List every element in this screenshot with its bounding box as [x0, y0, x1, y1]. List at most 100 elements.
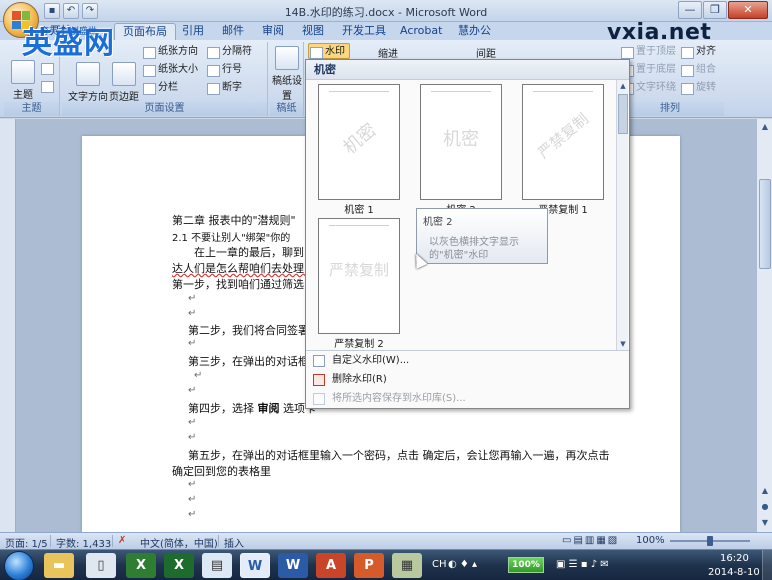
insert-mode[interactable]: 插入	[224, 535, 244, 550]
theme-colors-button[interactable]	[40, 60, 54, 76]
zoom-level[interactable]: 100%	[636, 535, 665, 546]
tab-review[interactable]: 审阅	[254, 23, 292, 40]
site-logo-tagline: 育英才 创盛世	[40, 27, 97, 37]
watermark-option-no-copy-2[interactable]: 严禁复制	[318, 218, 400, 334]
bring-front-button[interactable]: 置于顶层	[620, 44, 676, 60]
paragraph-mark: ↵	[188, 432, 197, 443]
paragraph-mark: ↵	[188, 338, 197, 349]
next-page-icon[interactable]: ▼	[759, 517, 771, 529]
document-scrollbar[interactable]: ▲ ▲ ● ▼	[756, 119, 772, 532]
powerpoint-icon[interactable]: P	[354, 553, 384, 578]
clock-date[interactable]: 2014-8-10	[708, 567, 760, 578]
status-bar: 页面: 1/5 字数: 1,433 ✗ 中文(简体，中国) 插入 ▭▤▥▦▧ 1…	[0, 532, 772, 550]
line-numbers-button[interactable]: 行号	[206, 62, 242, 78]
battery-indicator[interactable]: 100%	[508, 557, 544, 573]
taskbar: ▬ ▯ X X ▤ W W A P ▦ CH ◐ ♦ ▴ 100% ▣ ☰ ▪ …	[0, 549, 772, 580]
tab-page-layout[interactable]: 页面布局	[114, 23, 176, 40]
paper-icon	[275, 46, 299, 70]
doc-line: 第二章 报表中的"潜规则"	[172, 214, 296, 227]
word-count[interactable]: 字数: 1,433	[56, 535, 111, 550]
language-indicator[interactable]: 中文(简体，中国)	[140, 535, 218, 550]
notepad-icon[interactable]: ▤	[202, 553, 232, 578]
margins-icon	[112, 62, 136, 86]
tab-view[interactable]: 视图	[294, 23, 332, 40]
rotate-button[interactable]: 旋转	[680, 80, 716, 96]
paragraph-mark: ↵	[194, 370, 203, 381]
scroll-thumb[interactable]	[618, 94, 628, 134]
tray-icons[interactable]: ◐ ♦ ▴	[448, 559, 477, 570]
watermark-button[interactable]: 水印	[308, 43, 350, 59]
hyphenation-button[interactable]: 断字	[206, 80, 242, 96]
excel-2-icon[interactable]: X	[164, 553, 194, 578]
paragraph-mark: ↵	[188, 308, 197, 319]
vertical-ruler	[0, 119, 16, 532]
watermark-option-no-copy-1[interactable]: 严禁复制	[522, 84, 604, 200]
theme-icon	[11, 60, 35, 84]
zoom-slider-knob[interactable]	[707, 536, 713, 546]
start-button[interactable]	[4, 551, 34, 580]
theme-button[interactable]: 主题	[6, 60, 40, 101]
doc-line: 第四步，选择 审阅 选项卡	[188, 402, 316, 415]
view-buttons-icon[interactable]: ▭▤▥▦▧	[562, 535, 619, 546]
tab-references[interactable]: 引用	[174, 23, 212, 40]
remove-watermark-icon	[313, 374, 325, 386]
tab-hui-office[interactable]: 慧办公	[450, 23, 499, 40]
access-icon[interactable]: A	[316, 553, 346, 578]
explorer-icon[interactable]: ▬	[44, 553, 74, 578]
paper-settings-button[interactable]: 稿纸设置	[270, 46, 304, 102]
doc-line: 第五步，在弹出的对话框里输入一个密码，点击 确定后，会让您再输入一遍，再次点击	[188, 449, 610, 462]
text-direction-button[interactable]: 文字方向	[68, 62, 108, 103]
page-count[interactable]: 页面: 1/5	[5, 535, 48, 550]
proofing-icon[interactable]: ✗	[118, 535, 126, 546]
maximize-button[interactable]: ❐	[703, 1, 727, 19]
ime-indicator[interactable]: CH	[432, 559, 447, 570]
paragraph-mark: ↵	[188, 479, 197, 490]
network-volume-icons[interactable]: ▣ ☰ ▪ ♪ ✉	[556, 559, 609, 570]
watermark-section-title: 机密	[306, 60, 629, 80]
minimize-button[interactable]: —	[678, 1, 702, 19]
watermark-gallery-scrollbar[interactable]: ▲ ▼	[616, 80, 628, 350]
group-button[interactable]: 组合	[680, 62, 716, 78]
prev-page-icon[interactable]: ▲	[759, 485, 771, 497]
align-button[interactable]: 对齐	[680, 44, 716, 60]
tab-mailings[interactable]: 邮件	[214, 23, 252, 40]
doc-line: 确定回到您的表格里	[172, 465, 271, 478]
columns-button[interactable]: 分栏	[142, 80, 178, 96]
save-to-gallery-icon	[313, 393, 325, 405]
theme-fonts-button[interactable]	[40, 78, 54, 94]
window-controls: — ❐ ✕	[678, 1, 768, 19]
scroll-up-icon[interactable]: ▲	[617, 80, 629, 92]
size-button[interactable]: 纸张大小	[142, 62, 198, 78]
close-button[interactable]: ✕	[728, 1, 768, 19]
scroll-up-icon[interactable]: ▲	[759, 121, 771, 133]
tab-acrobat[interactable]: Acrobat	[392, 23, 450, 40]
text-direction-icon	[76, 62, 100, 86]
watermark-option-confidential-1[interactable]: 机密	[318, 84, 400, 200]
remove-watermark-item[interactable]: 删除水印(R)	[306, 371, 629, 389]
tab-developer[interactable]: 开发工具	[334, 23, 394, 40]
scroll-thumb[interactable]	[759, 179, 771, 269]
watermark-tooltip: 机密 2 以灰色横排文字显示的"机密"水印	[416, 208, 548, 264]
custom-watermark-item[interactable]: 自定义水印(W)...	[306, 352, 629, 370]
watermark-caption: 机密 1	[344, 205, 374, 216]
excel-icon[interactable]: X	[126, 553, 156, 578]
word-icon[interactable]: W	[240, 553, 270, 578]
doc-line: 2.1 不要让别人"绑架"你的	[172, 233, 291, 244]
orientation-button[interactable]: 纸张方向	[142, 44, 198, 60]
paragraph-mark: ↵	[188, 417, 197, 428]
select-browse-icon[interactable]: ●	[759, 501, 771, 513]
paragraph-mark: ↵	[188, 494, 197, 505]
menu-separator	[306, 350, 629, 351]
clock-time[interactable]: 16:20	[720, 553, 749, 564]
document-icon[interactable]: ▯	[86, 553, 116, 578]
show-desktop-button[interactable]	[762, 550, 772, 580]
paragraph-mark: ↵	[188, 385, 197, 396]
word-2-icon[interactable]: W	[278, 553, 308, 578]
paper-group: 稿纸设置 稿纸	[270, 42, 304, 116]
scroll-down-icon[interactable]: ▼	[617, 338, 629, 350]
folder-icon[interactable]: ▦	[392, 553, 422, 578]
margins-button[interactable]: 页边距	[108, 62, 140, 103]
doc-line: 达人们是怎么帮咱们去处理，	[172, 262, 315, 275]
breaks-button[interactable]: 分隔符	[206, 44, 252, 60]
watermark-option-confidential-2[interactable]: 机密	[420, 84, 502, 200]
